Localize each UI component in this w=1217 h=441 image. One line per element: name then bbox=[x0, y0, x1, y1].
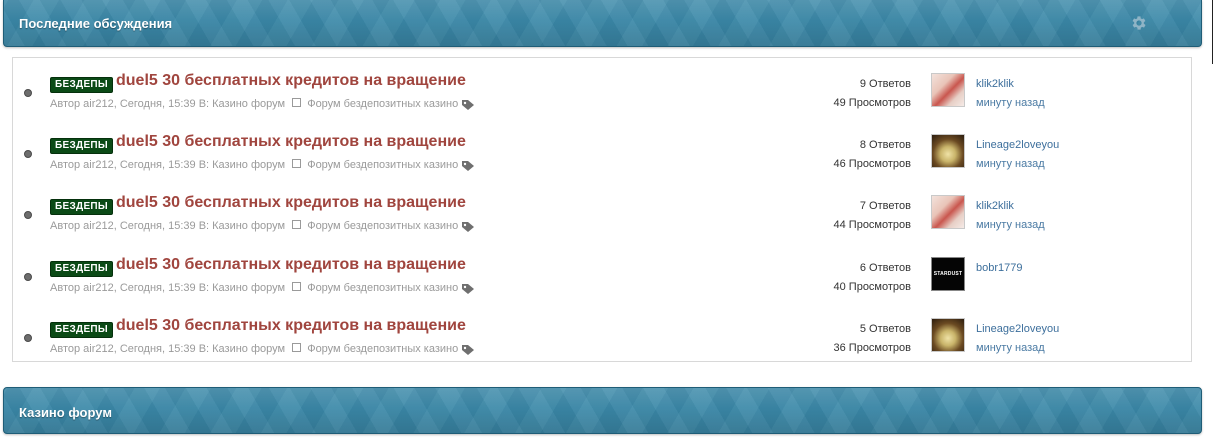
last-poster-link[interactable]: Lineage2loveyou bbox=[976, 320, 1059, 339]
views-count: 49 Просмотров bbox=[833, 97, 912, 109]
gear-icon[interactable] bbox=[1130, 14, 1148, 32]
replies-count: 6 Ответов bbox=[859, 262, 911, 274]
thread-meta-subforum[interactable]: Форум бездепозитных казино bbox=[307, 220, 458, 232]
avatar[interactable] bbox=[931, 318, 965, 352]
status-dot-icon bbox=[24, 89, 32, 97]
thread-row: БЕЗДЕПЫ duel5 30 бесплатных кредитов на … bbox=[13, 306, 1191, 367]
thread-meta-subforum[interactable]: Форум бездепозитных казино bbox=[307, 282, 458, 294]
thread-title-link[interactable]: duel5 30 бесплатных кредитов на вращение bbox=[116, 133, 466, 151]
last-post-info: klik2klik минуту назад bbox=[976, 75, 1045, 113]
last-post-info: Lineage2loveyou минуту назад bbox=[976, 320, 1059, 358]
avatar[interactable] bbox=[931, 195, 965, 229]
views-count: 36 Просмотров bbox=[833, 342, 912, 354]
last-post-time-link[interactable]: минуту назад bbox=[976, 339, 1059, 358]
latest-discussions-header: Последние обсуждения bbox=[3, 0, 1202, 47]
tag-icon[interactable] bbox=[461, 99, 475, 111]
thread-meta-subforum[interactable]: Форум бездепозитных казино bbox=[307, 98, 458, 110]
tag-icon[interactable] bbox=[461, 221, 475, 233]
thread-row: БЕЗДЕПЫ duel5 30 бесплатных кредитов на … bbox=[13, 122, 1191, 183]
last-post-time-link[interactable]: минуту назад bbox=[976, 155, 1059, 174]
thread-meta-author-forum[interactable]: Автор air212, Сегодня, 15:39 В: Казино ф… bbox=[50, 282, 285, 294]
thread-stats: 5 Ответов 36 Просмотров bbox=[793, 320, 912, 358]
thread-meta: Автор air212, Сегодня, 15:39 В: Казино ф… bbox=[50, 98, 458, 110]
thread-row: БЕЗДЕПЫ duel5 30 бесплатных кредитов на … bbox=[13, 61, 1191, 122]
status-dot-icon bbox=[24, 150, 32, 158]
last-poster-link[interactable]: bobr1779 bbox=[976, 259, 1023, 278]
forum-square-icon bbox=[292, 98, 302, 107]
thread-meta-author-forum[interactable]: Автор air212, Сегодня, 15:39 В: Казино ф… bbox=[50, 159, 285, 171]
thread-prefix-badge[interactable]: БЕЗДЕПЫ bbox=[50, 138, 113, 154]
thread-prefix-badge[interactable]: БЕЗДЕПЫ bbox=[50, 77, 113, 93]
forum-square-icon bbox=[292, 282, 302, 291]
thread-meta: Автор air212, Сегодня, 15:39 В: Казино ф… bbox=[50, 159, 458, 171]
thread-prefix-badge[interactable]: БЕЗДЕПЫ bbox=[50, 261, 113, 277]
status-dot-icon bbox=[24, 334, 32, 342]
thread-list: БЕЗДЕПЫ duel5 30 бесплатных кредитов на … bbox=[12, 57, 1192, 362]
window-edge bbox=[1212, 0, 1213, 64]
thread-meta: Автор air212, Сегодня, 15:39 В: Казино ф… bbox=[50, 220, 458, 232]
replies-count: 9 Ответов bbox=[859, 78, 911, 90]
thread-stats: 9 Ответов 49 Просмотров bbox=[793, 75, 912, 113]
tag-icon[interactable] bbox=[461, 283, 475, 295]
tag-icon[interactable] bbox=[461, 160, 475, 172]
last-post-info: bobr1779 bbox=[976, 259, 1023, 278]
thread-title-link[interactable]: duel5 30 бесплатных кредитов на вращение bbox=[116, 194, 466, 212]
avatar[interactable] bbox=[931, 134, 965, 168]
thread-meta: Автор air212, Сегодня, 15:39 В: Казино ф… bbox=[50, 343, 458, 355]
last-poster-link[interactable]: Lineage2loveyou bbox=[976, 136, 1059, 155]
forum-square-icon bbox=[292, 159, 302, 168]
avatar[interactable]: STARDUST bbox=[931, 257, 965, 291]
thread-meta: Автор air212, Сегодня, 15:39 В: Казино ф… bbox=[50, 282, 458, 294]
forum-square-icon bbox=[292, 220, 302, 229]
thread-row: БЕЗДЕПЫ duel5 30 бесплатных кредитов на … bbox=[13, 183, 1191, 244]
avatar[interactable] bbox=[931, 73, 965, 107]
thread-meta-author-forum[interactable]: Автор air212, Сегодня, 15:39 В: Казино ф… bbox=[50, 343, 285, 355]
replies-count: 5 Ответов bbox=[859, 323, 911, 335]
last-post-time-link[interactable]: минуту назад bbox=[976, 216, 1045, 235]
status-dot-icon bbox=[24, 211, 32, 219]
casino-forum-title: Казино форум bbox=[19, 405, 112, 420]
forum-square-icon bbox=[292, 343, 302, 352]
casino-forum-header[interactable]: Казино форум bbox=[3, 387, 1202, 434]
thread-meta-author-forum[interactable]: Автор air212, Сегодня, 15:39 В: Казино ф… bbox=[50, 98, 285, 110]
views-count: 40 Просмотров bbox=[833, 281, 912, 293]
thread-title-link[interactable]: duel5 30 бесплатных кредитов на вращение bbox=[116, 72, 466, 90]
last-post-info: klik2klik минуту назад bbox=[976, 197, 1045, 235]
replies-count: 7 Ответов bbox=[859, 200, 911, 212]
thread-stats: 7 Ответов 44 Просмотров bbox=[793, 197, 912, 235]
last-post-time-link[interactable]: минуту назад bbox=[976, 94, 1045, 113]
last-poster-link[interactable]: klik2klik bbox=[976, 197, 1045, 216]
tag-icon[interactable] bbox=[461, 344, 475, 356]
thread-meta-subforum[interactable]: Форум бездепозитных казино bbox=[307, 159, 458, 171]
views-count: 46 Просмотров bbox=[833, 158, 912, 170]
replies-count: 8 Ответов bbox=[859, 139, 911, 151]
last-poster-link[interactable]: klik2klik bbox=[976, 75, 1045, 94]
thread-title-link[interactable]: duel5 30 бесплатных кредитов на вращение bbox=[116, 256, 466, 274]
last-post-info: Lineage2loveyou минуту назад bbox=[976, 136, 1059, 174]
thread-stats: 8 Ответов 46 Просмотров bbox=[793, 136, 912, 174]
thread-meta-subforum[interactable]: Форум бездепозитных казино bbox=[307, 343, 458, 355]
avatar-text: STARDUST bbox=[933, 271, 963, 277]
thread-row: БЕЗДЕПЫ duel5 30 бесплатных кредитов на … bbox=[13, 245, 1191, 306]
thread-prefix-badge[interactable]: БЕЗДЕПЫ bbox=[50, 322, 113, 338]
views-count: 44 Просмотров bbox=[833, 219, 912, 231]
thread-stats: 6 Ответов 40 Просмотров bbox=[793, 259, 912, 297]
status-dot-icon bbox=[24, 273, 32, 281]
thread-title-link[interactable]: duel5 30 бесплатных кредитов на вращение bbox=[116, 317, 466, 335]
thread-meta-author-forum[interactable]: Автор air212, Сегодня, 15:39 В: Казино ф… bbox=[50, 220, 285, 232]
latest-discussions-title: Последние обсуждения bbox=[19, 16, 173, 31]
thread-prefix-badge[interactable]: БЕЗДЕПЫ bbox=[50, 199, 113, 215]
